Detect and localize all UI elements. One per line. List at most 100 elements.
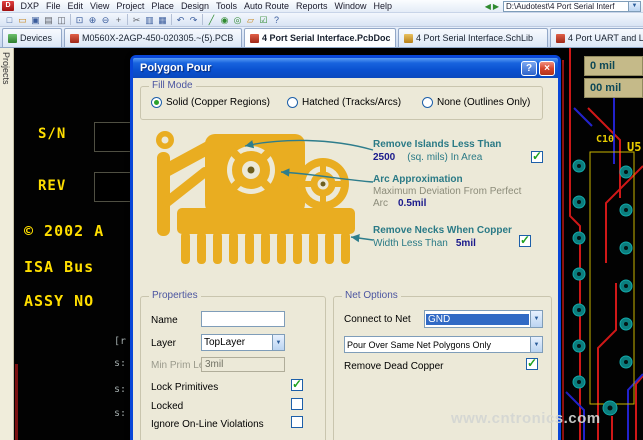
necks-width-value[interactable]: 5mil [456,238,476,249]
menu-design[interactable]: Design [177,1,212,11]
redo-icon[interactable]: ↷ [187,14,200,26]
toolbar-separator [70,14,71,25]
pcb-text-isa-bus: ISA Bus [24,258,94,276]
projects-panel-tab[interactable]: Projects [0,48,14,440]
connect-net-value: GND [426,314,529,325]
remove-necks-checkbox[interactable] [519,235,531,247]
print-icon[interactable]: ▤ [42,14,55,26]
dxp-logo-icon[interactable]: D [2,1,14,11]
forward-icon[interactable]: ▶ [493,2,499,11]
radio-hatched[interactable]: Hatched (Tracks/Arcs) [287,97,401,108]
lock-primitives-label: Lock Primitives [151,382,218,393]
necks-value-row: Width Less Than5mil [373,238,476,249]
arc-approximation-title: Arc Approximation [373,174,463,185]
paste-icon[interactable]: ▦ [156,14,169,26]
radio-solid[interactable]: Solid (Copper Regions) [151,97,270,108]
arc-word: Arc [373,198,388,209]
remove-islands-suffix: (sq. mils) In Area [407,152,482,163]
dialog-help-button[interactable]: ? [521,61,537,76]
menu-help[interactable]: Help [370,1,396,11]
tab-devices[interactable]: Devices [2,28,62,47]
layer-label: Layer [151,338,176,349]
radio-none-label: None (Outlines Only) [437,97,530,108]
fill-mode-group: Fill Mode Solid (Copper Regions) Hatched… [140,86,543,120]
help-icon[interactable]: ? [270,14,283,26]
save-icon[interactable]: ▣ [29,14,42,26]
silkscreen-c10: C10 [596,134,614,145]
toolbar-separator [202,14,203,25]
projects-panel-label: Projects [1,52,11,85]
undo-icon[interactable]: ↶ [174,14,187,26]
print-preview-icon[interactable]: ◫ [55,14,68,26]
pcb-text-sn: S/N [38,126,66,142]
open-folder-icon[interactable]: ▭ [16,14,29,26]
place-pad-icon[interactable]: ◉ [218,14,231,26]
tab-pcb-file[interactable]: M0560X-2AGP-450-020305.~(5).PCB [64,28,242,47]
properties-label: Properties [149,290,201,301]
pour-over-combo[interactable]: Pour Over Same Net Polygons Only ▼ [344,336,543,353]
pcb-text-assy-no: ASSY NO [24,292,94,310]
dialog-title-bar[interactable]: Polygon Pour ? × [133,58,558,78]
cross-probe-icon[interactable]: + [112,14,125,26]
min-prim-length-field: 3mil [201,357,285,372]
chevron-down-icon[interactable]: ▼ [530,311,542,327]
locked-checkbox[interactable] [291,398,303,410]
arc-value-row: Arc 0.5mil [373,198,426,209]
chevron-down-icon[interactable]: ▼ [628,2,640,11]
zoom-in-icon[interactable]: ⊕ [86,14,99,26]
radio-none[interactable]: None (Outlines Only) [422,97,530,108]
cut-icon[interactable]: ✂ [130,14,143,26]
menu-project[interactable]: Project [113,1,148,11]
menu-view[interactable]: View [87,1,113,11]
place-polygon-icon[interactable]: ▱ [244,14,257,26]
zoom-out-icon[interactable]: ⊖ [99,14,112,26]
document-tab-bar: Devices M0560X-2AGP-450-020305.~(5).PCB … [0,27,643,48]
close-icon[interactable]: × [539,61,555,76]
back-icon[interactable]: ◀ [485,2,491,11]
menu-file[interactable]: File [43,1,65,11]
schematic-library-icon [404,34,413,43]
coordinate-readout: 0 mil [584,56,643,76]
remove-islands-checkbox[interactable] [531,151,543,163]
tab-pcbdoc[interactable]: 4 Port Serial Interface.PcbDoc [244,28,396,47]
tab-label: 4 Port UART and Line Drivers... [568,33,643,43]
pcb-text-copyright: © 2002 A [24,222,104,240]
polygon-name-input[interactable] [201,311,285,327]
chevron-down-icon[interactable]: ▼ [272,335,284,350]
layer-value: TopLayer [202,337,272,348]
remove-dead-copper-label: Remove Dead Copper [344,361,444,372]
new-document-icon[interactable]: □ [3,14,16,26]
dialog-body: Fill Mode Solid (Copper Regions) Hatched… [133,78,558,440]
radio-none-control[interactable] [422,97,433,108]
pcb-text-partial: s: [114,408,126,419]
layer-combo[interactable]: TopLayer ▼ [201,334,285,351]
ignore-violations-checkbox[interactable] [291,416,303,428]
remove-islands-value[interactable]: 2500 [373,152,395,163]
menu-reports[interactable]: Reports [293,1,332,11]
menu-window[interactable]: Window [331,1,370,11]
zoom-window-icon[interactable]: ⊡ [73,14,86,26]
watermark: www.cntronics.com [451,410,601,427]
menu-edit[interactable]: Edit [64,1,87,11]
arc-deviation-value[interactable]: 0.5mil [398,198,426,209]
radio-hatched-control[interactable] [287,97,298,108]
tab-uart[interactable]: 4 Port UART and Line Drivers... [550,28,643,47]
chevron-down-icon[interactable]: ▼ [530,337,542,352]
remove-dead-copper-checkbox[interactable] [526,358,538,370]
document-path-combo[interactable]: D:\Audotest\4 Port Serial Interf ▼ [503,1,641,12]
place-line-icon[interactable]: ╱ [205,14,218,26]
place-via-icon[interactable]: ◎ [231,14,244,26]
radio-solid-control[interactable] [151,97,162,108]
dialog-title: Polygon Pour [140,62,519,74]
design-rules-icon[interactable]: ☑ [257,14,270,26]
pcb-text-partial: s: [114,384,126,395]
lock-primitives-checkbox[interactable] [291,379,303,391]
connect-net-combo[interactable]: GND ▼ [424,310,543,328]
menu-dxp[interactable]: DXP [17,1,43,11]
tab-schlib[interactable]: 4 Port Serial Interface.SchLib [398,28,548,47]
menu-auto-route[interactable]: Auto Route [240,1,292,11]
menu-place[interactable]: Place [148,1,178,11]
copy-icon[interactable]: ▥ [143,14,156,26]
menu-tools[interactable]: Tools [212,1,240,11]
coordinate-readout: 00 mil [584,78,643,98]
